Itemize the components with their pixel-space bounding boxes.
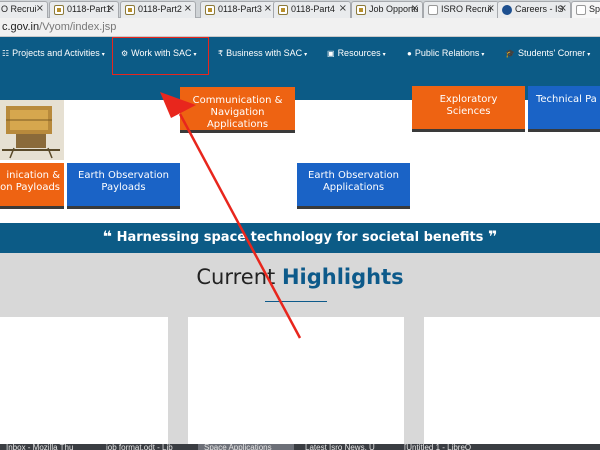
highlight-card[interactable] xyxy=(188,317,404,444)
tile-communication-payloads[interactable]: inication & on Payloads xyxy=(0,163,64,209)
browser-tab-active[interactable]: Spa xyxy=(571,1,600,18)
tab-title: 0118-Part3 xyxy=(218,4,262,14)
taskbar-item[interactable]: [Untitled 1 - LibreO xyxy=(398,444,496,450)
tab-title: 0118-Part2 xyxy=(138,4,182,14)
page-icon xyxy=(576,5,586,15)
taskbar-item[interactable]: job format.odt - Lib xyxy=(100,444,195,450)
graduation-cap-icon: 🎓 xyxy=(505,49,515,58)
tab-title: 0118-Part1 xyxy=(67,4,111,14)
nav-label: Public Relations xyxy=(414,48,480,58)
close-icon[interactable]: × xyxy=(107,3,115,14)
tile-earth-observation-payloads[interactable]: Earth Observation Payloads xyxy=(67,163,180,209)
document-icon xyxy=(356,5,366,15)
tile-communication-navigation-applications[interactable]: Communication & Navigation Applications xyxy=(180,87,295,133)
rupee-icon: ₹ xyxy=(218,49,224,58)
caret-down-icon: ▾ xyxy=(101,52,105,58)
browser-tab-strip: O Recrui × 0118-Part1 × 0118-Part2 × 011… xyxy=(0,0,600,18)
nav-label: Projects and Activities xyxy=(12,48,100,58)
nav-public-relations[interactable]: ● Public Relations ▾ xyxy=(407,48,484,58)
section-title-plain: Current xyxy=(196,265,276,289)
tab-title: Careers - IS xyxy=(515,4,564,14)
browser-tab[interactable]: Job Opportu × xyxy=(351,1,423,18)
browser-tab[interactable]: 0118-Part3 × xyxy=(200,1,276,18)
tile-label-line: Applications xyxy=(206,119,269,130)
page-icon xyxy=(428,5,438,15)
tile-label-line: inication & xyxy=(6,170,60,181)
browser-tab[interactable]: Careers - IS × xyxy=(497,1,571,18)
close-icon[interactable]: × xyxy=(487,3,495,14)
nav-label: Resources xyxy=(337,48,381,58)
document-icon xyxy=(205,5,215,15)
taskbar: Inbox - Mozilla Thu job format.odt - Lib… xyxy=(0,444,600,450)
tile-label-line: on Payloads xyxy=(0,182,60,193)
tile-label-line: Applications xyxy=(322,182,385,193)
url-field[interactable]: c.gov.in/Vyom/index.jsp xyxy=(2,21,116,33)
url-path: /Vyom/index.jsp xyxy=(39,21,117,33)
nav-business-with-sac[interactable]: ₹ Business with SAC ▾ xyxy=(218,48,307,58)
nav-label: Students' Corner xyxy=(517,48,586,58)
browser-tab[interactable]: 0118-Part1 × xyxy=(49,1,119,18)
browser-tab[interactable]: O Recrui × xyxy=(0,1,48,18)
document-icon xyxy=(278,5,288,15)
url-domain: c.gov.in xyxy=(2,21,40,33)
tab-title: ISRO Recrui xyxy=(441,4,492,14)
tile-label-line: Navigation xyxy=(210,107,265,118)
browser-tab[interactable]: 0118-Part2 × xyxy=(120,1,196,18)
section-title-accent: Highlights xyxy=(281,265,404,289)
browser-tab[interactable]: 0118-Part4 × xyxy=(273,1,351,18)
tagline-banner: ❝ Harnessing space technology for societ… xyxy=(0,223,600,253)
title-underline xyxy=(265,301,327,302)
quote-close-icon: ❞ xyxy=(487,227,498,246)
taskbar-item-active[interactable]: Space Applications xyxy=(198,444,294,450)
address-bar[interactable]: c.gov.in/Vyom/index.jsp xyxy=(0,18,600,37)
close-icon[interactable]: × xyxy=(264,3,272,14)
main-navigation: ☷ Projects and Activities ▾ ⚙ Work with SAC… xyxy=(0,37,600,71)
briefcase-icon: ▣ xyxy=(327,49,335,58)
nav-projects-and-activities[interactable]: ☷ Projects and Activities ▾ xyxy=(2,48,105,58)
section-title: Current Highlights xyxy=(0,265,600,289)
tile-label-line: Exploratory xyxy=(439,94,498,105)
tile-label-line: Payloads xyxy=(101,182,146,193)
close-icon[interactable]: × xyxy=(411,3,419,14)
tile-label-line: Communication & xyxy=(192,95,283,106)
nav-label: Business with SAC xyxy=(226,48,303,58)
nav-resources[interactable]: ▣ Resources ▾ xyxy=(327,48,386,58)
satellite-image xyxy=(0,100,64,160)
tab-title: 0118-Part4 xyxy=(291,4,335,14)
close-icon[interactable]: × xyxy=(339,3,347,14)
tab-title: Spa xyxy=(589,4,600,14)
annotation-highlight-box xyxy=(112,37,209,75)
document-icon xyxy=(125,5,135,15)
tile-exploratory-sciences[interactable]: Exploratory Sciences xyxy=(412,86,525,132)
nav-students-corner[interactable]: 🎓 Students' Corner ▾ xyxy=(505,48,590,58)
tile-label-line: Technical Pa xyxy=(536,94,597,105)
list-icon: ☷ xyxy=(2,49,10,58)
tile-technical-papers[interactable]: Technical Pa xyxy=(528,86,600,132)
taskbar-item[interactable]: Inbox - Mozilla Thu xyxy=(2,444,97,450)
browser-tab[interactable]: ISRO Recrui × xyxy=(423,1,499,18)
isro-logo-icon xyxy=(502,5,512,15)
quote-open-icon: ❝ xyxy=(102,227,113,246)
tile-earth-observation-applications[interactable]: Earth Observation Applications xyxy=(297,163,410,209)
satellite-icon xyxy=(0,100,64,160)
close-icon[interactable]: × xyxy=(559,3,567,14)
tab-title: O Recrui xyxy=(1,4,37,14)
highlight-card[interactable] xyxy=(0,317,168,444)
caret-down-icon: ▾ xyxy=(481,52,485,58)
caret-down-icon: ▾ xyxy=(587,52,591,58)
tile-label-line: Earth Observation xyxy=(308,170,399,181)
highlight-card[interactable] xyxy=(424,317,600,444)
document-icon xyxy=(54,5,64,15)
caret-down-icon: ▾ xyxy=(382,52,386,58)
tile-label-line: Sciences xyxy=(446,106,491,117)
taskbar-item[interactable]: Latest Isro News, U xyxy=(299,444,395,450)
close-icon[interactable]: × xyxy=(184,3,192,14)
highlights-section: Current Highlights xyxy=(0,253,600,444)
caret-down-icon: ▾ xyxy=(304,52,308,58)
close-icon[interactable]: × xyxy=(36,3,44,14)
tile-label-line: Earth Observation xyxy=(78,170,169,181)
globe-icon: ● xyxy=(407,49,412,58)
tagline-text: Harnessing space technology for societal… xyxy=(116,230,484,245)
